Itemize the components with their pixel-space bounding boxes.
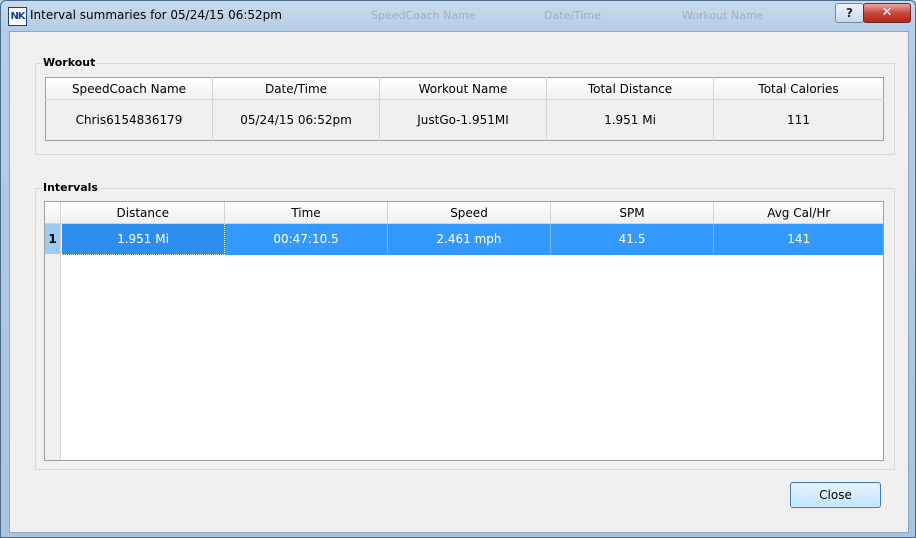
intervals-group-label: Intervals bbox=[42, 181, 99, 194]
window-close-button[interactable]: ✕ bbox=[863, 3, 911, 23]
intervals-col-avg-cal-hr[interactable]: Avg Cal/Hr bbox=[713, 202, 883, 224]
intervals-header-row: Distance Time Speed SPM Avg Cal/Hr bbox=[61, 202, 883, 224]
grid-corner[interactable] bbox=[45, 202, 60, 224]
workout-col-total-calories[interactable]: Total Calories bbox=[713, 77, 884, 100]
workout-name[interactable]: JustGo-1.951MI bbox=[379, 99, 547, 141]
workout-header-row: SpeedCoach Name Date/Time Workout Name T… bbox=[45, 77, 884, 100]
workout-speedcoach-name[interactable]: Chris6154836179 bbox=[45, 99, 213, 141]
title-bar[interactable]: NK Interval summaries for 05/24/15 06:52… bbox=[1, 1, 915, 31]
workout-col-date-time[interactable]: Date/Time bbox=[212, 77, 380, 100]
intervals-grid[interactable]: 1 Distance Time Speed SPM Avg Cal/Hr 1.9… bbox=[44, 201, 884, 461]
workout-data-row[interactable]: Chris6154836179 05/24/15 06:52pm JustGo-… bbox=[45, 99, 884, 141]
interval-avg-cal-hr[interactable]: 141 bbox=[713, 223, 883, 255]
workout-total-calories[interactable]: 111 bbox=[713, 99, 884, 141]
intervals-col-time[interactable]: Time bbox=[224, 202, 388, 224]
workout-table: SpeedCoach Name Date/Time Workout Name T… bbox=[45, 77, 884, 141]
row-header-1[interactable]: 1 bbox=[45, 224, 60, 254]
interval-spm[interactable]: 41.5 bbox=[550, 223, 714, 255]
workout-col-speedcoach-name[interactable]: SpeedCoach Name bbox=[45, 77, 213, 100]
workout-group-label: Workout bbox=[42, 56, 97, 69]
help-button[interactable]: ? bbox=[835, 3, 864, 23]
dialog-window: NK Interval summaries for 05/24/15 06:52… bbox=[0, 0, 916, 538]
interval-distance[interactable]: 1.951 Mi bbox=[61, 223, 225, 255]
intervals-col-speed[interactable]: Speed bbox=[387, 202, 551, 224]
workout-date-time[interactable]: 05/24/15 06:52pm bbox=[212, 99, 380, 141]
workout-total-distance[interactable]: 1.951 Mi bbox=[546, 99, 714, 141]
background-header-workout: Workout Name bbox=[682, 9, 764, 22]
workout-col-total-distance[interactable]: Total Distance bbox=[546, 77, 714, 100]
interval-time[interactable]: 00:47:10.5 bbox=[224, 223, 388, 255]
background-header-speedcoach: SpeedCoach Name bbox=[371, 9, 476, 22]
interval-speed[interactable]: 2.461 mph bbox=[387, 223, 551, 255]
close-button[interactable]: Close bbox=[790, 482, 881, 508]
intervals-col-distance[interactable]: Distance bbox=[61, 202, 225, 224]
window-title: Interval summaries for 05/24/15 06:52pm bbox=[30, 8, 282, 22]
interval-row-selected[interactable]: 1.951 Mi 00:47:10.5 2.461 mph 41.5 141 bbox=[61, 223, 883, 255]
intervals-table: Distance Time Speed SPM Avg Cal/Hr 1.951… bbox=[61, 202, 883, 255]
nk-app-icon: NK bbox=[8, 7, 27, 26]
workout-col-workout-name[interactable]: Workout Name bbox=[379, 77, 547, 100]
background-header-datetime: Date/Time bbox=[544, 9, 601, 22]
intervals-col-spm[interactable]: SPM bbox=[550, 202, 714, 224]
